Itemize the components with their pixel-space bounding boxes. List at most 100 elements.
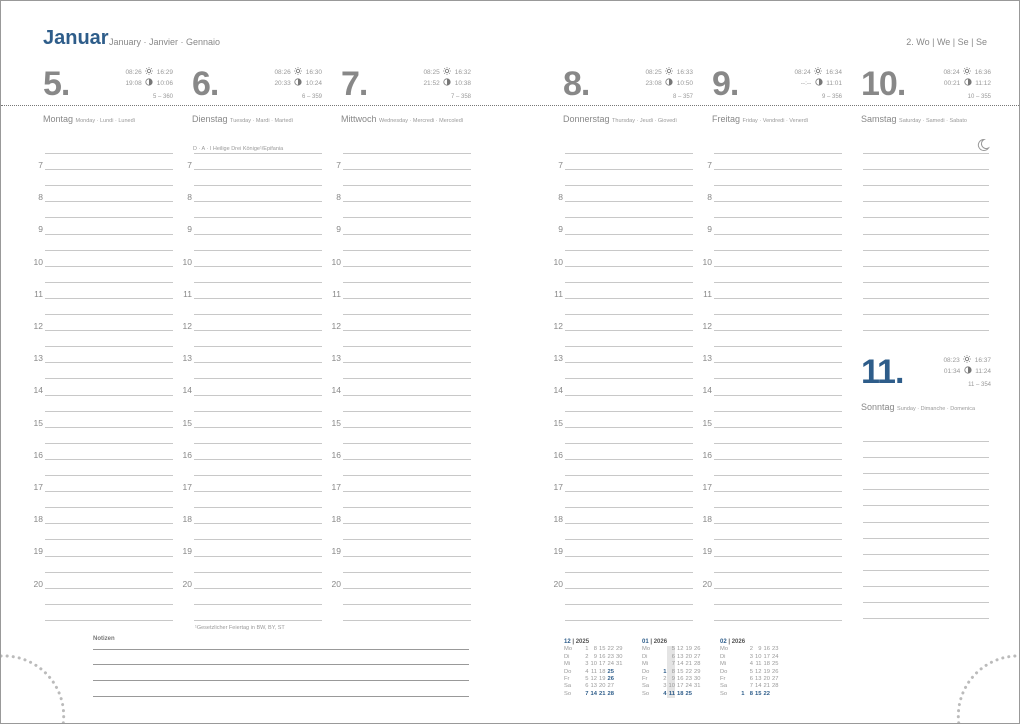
writing-line[interactable] bbox=[565, 555, 693, 557]
writing-line[interactable] bbox=[343, 265, 471, 267]
writing-line[interactable] bbox=[194, 491, 322, 493]
writing-line[interactable] bbox=[194, 153, 322, 154]
mini-calendar-day[interactable]: 26 bbox=[692, 646, 700, 653]
writing-line[interactable] bbox=[863, 553, 989, 555]
writing-line[interactable] bbox=[45, 491, 173, 493]
mini-calendar-day[interactable]: 16 bbox=[762, 646, 770, 653]
mini-calendar-day[interactable] bbox=[658, 661, 667, 668]
writing-line[interactable] bbox=[863, 249, 989, 251]
mini-calendar-day[interactable]: 29 bbox=[692, 669, 700, 676]
writing-line[interactable] bbox=[714, 442, 842, 444]
mini-calendar-day[interactable]: 29 bbox=[614, 646, 622, 653]
mini-calendar-day[interactable]: 13 bbox=[675, 654, 683, 661]
mini-calendar-day[interactable]: 12 bbox=[675, 646, 683, 653]
writing-line[interactable] bbox=[343, 555, 471, 557]
mini-calendar-day[interactable]: 23 bbox=[606, 654, 614, 661]
writing-line[interactable] bbox=[45, 217, 173, 219]
mini-calendar-day[interactable]: 19 bbox=[762, 669, 770, 676]
mini-calendar-day[interactable]: 20 bbox=[762, 676, 770, 683]
writing-line[interactable] bbox=[194, 297, 322, 299]
writing-line[interactable] bbox=[565, 475, 693, 476]
writing-line[interactable] bbox=[45, 410, 173, 412]
writing-line[interactable] bbox=[343, 169, 471, 171]
mini-calendar-day[interactable] bbox=[736, 654, 745, 661]
writing-line[interactable] bbox=[565, 523, 693, 525]
writing-line[interactable] bbox=[45, 587, 173, 589]
mini-calendar-day[interactable]: 1 bbox=[658, 669, 666, 676]
mini-calendar-day[interactable]: 1 bbox=[736, 691, 744, 698]
writing-line[interactable] bbox=[343, 571, 471, 573]
writing-line[interactable] bbox=[863, 330, 989, 332]
mini-calendar-day[interactable] bbox=[658, 654, 667, 661]
writing-line[interactable] bbox=[863, 473, 989, 475]
mini-calendar-day[interactable]: 26 bbox=[606, 676, 614, 683]
notes-line[interactable] bbox=[93, 664, 469, 665]
writing-line[interactable] bbox=[565, 619, 693, 621]
mini-calendar-day[interactable]: 27 bbox=[770, 676, 778, 683]
writing-line[interactable] bbox=[194, 523, 322, 525]
writing-line[interactable] bbox=[194, 587, 322, 589]
writing-line[interactable] bbox=[565, 217, 693, 219]
writing-line[interactable] bbox=[565, 410, 693, 412]
writing-line[interactable] bbox=[343, 603, 471, 605]
writing-line[interactable] bbox=[194, 249, 322, 251]
writing-line[interactable] bbox=[565, 539, 693, 541]
writing-line[interactable] bbox=[194, 362, 322, 364]
mini-calendar-day[interactable]: 5 bbox=[745, 669, 753, 676]
writing-line[interactable] bbox=[343, 475, 471, 476]
writing-line[interactable] bbox=[45, 346, 173, 348]
mini-calendar-day[interactable]: 31 bbox=[614, 661, 622, 668]
writing-line[interactable] bbox=[863, 457, 989, 459]
notes-line[interactable] bbox=[93, 680, 469, 681]
mini-calendar-day[interactable] bbox=[614, 676, 623, 683]
writing-line[interactable] bbox=[714, 249, 842, 251]
mini-calendar-day[interactable]: 5 bbox=[666, 646, 675, 654]
mini-calendar-day[interactable]: 22 bbox=[606, 646, 614, 653]
writing-line[interactable] bbox=[343, 442, 471, 444]
mini-calendar-day[interactable]: 18 bbox=[762, 661, 770, 668]
mini-calendar-day[interactable]: 11 bbox=[666, 690, 675, 699]
writing-line[interactable] bbox=[565, 281, 693, 283]
writing-line[interactable] bbox=[194, 619, 322, 621]
writing-line[interactable] bbox=[863, 169, 989, 171]
mini-calendar-day[interactable]: 13 bbox=[753, 676, 761, 683]
writing-line[interactable] bbox=[343, 410, 471, 412]
writing-line[interactable] bbox=[194, 603, 322, 605]
writing-line[interactable] bbox=[343, 217, 471, 219]
writing-line[interactable] bbox=[45, 603, 173, 605]
writing-line[interactable] bbox=[863, 489, 989, 491]
mini-calendar-day[interactable]: 24 bbox=[684, 683, 692, 690]
mini-calendar-day[interactable]: 17 bbox=[762, 654, 770, 661]
mini-calendar-day[interactable]: 2 bbox=[658, 676, 666, 683]
mini-calendar-day[interactable] bbox=[736, 669, 745, 676]
writing-line[interactable] bbox=[343, 539, 471, 541]
mini-calendar-day[interactable]: 17 bbox=[675, 683, 683, 690]
writing-line[interactable] bbox=[863, 602, 989, 603]
mini-calendar-day[interactable]: 16 bbox=[675, 676, 683, 683]
mini-calendar-day[interactable]: 11 bbox=[753, 661, 761, 668]
mini-calendar-day[interactable]: 28 bbox=[606, 691, 614, 698]
writing-line[interactable] bbox=[45, 378, 173, 380]
writing-line[interactable] bbox=[45, 169, 173, 171]
mini-calendar-day[interactable]: 20 bbox=[684, 654, 692, 661]
mini-calendar-day[interactable]: 8 bbox=[589, 646, 597, 653]
writing-line[interactable] bbox=[714, 378, 842, 380]
mini-calendar-day[interactable]: 3 bbox=[745, 654, 753, 661]
mini-calendar-day[interactable]: 9 bbox=[666, 675, 675, 684]
writing-line[interactable] bbox=[45, 426, 173, 428]
mini-calendar-day[interactable]: 19 bbox=[597, 676, 605, 683]
writing-line[interactable] bbox=[565, 442, 693, 444]
mini-calendar-day[interactable]: 22 bbox=[762, 691, 770, 698]
mini-calendar-day[interactable] bbox=[736, 661, 745, 668]
writing-line[interactable] bbox=[565, 571, 693, 573]
writing-line[interactable] bbox=[565, 491, 693, 493]
writing-line[interactable] bbox=[863, 585, 989, 587]
writing-line[interactable] bbox=[194, 169, 322, 171]
writing-line[interactable] bbox=[565, 330, 693, 332]
writing-line[interactable] bbox=[714, 555, 842, 557]
writing-line[interactable] bbox=[863, 201, 989, 203]
mini-calendar-day[interactable]: 7 bbox=[666, 661, 675, 669]
writing-line[interactable] bbox=[714, 491, 842, 493]
mini-calendar-day[interactable]: 28 bbox=[770, 683, 778, 690]
mini-calendar-day[interactable]: 18 bbox=[597, 669, 605, 676]
